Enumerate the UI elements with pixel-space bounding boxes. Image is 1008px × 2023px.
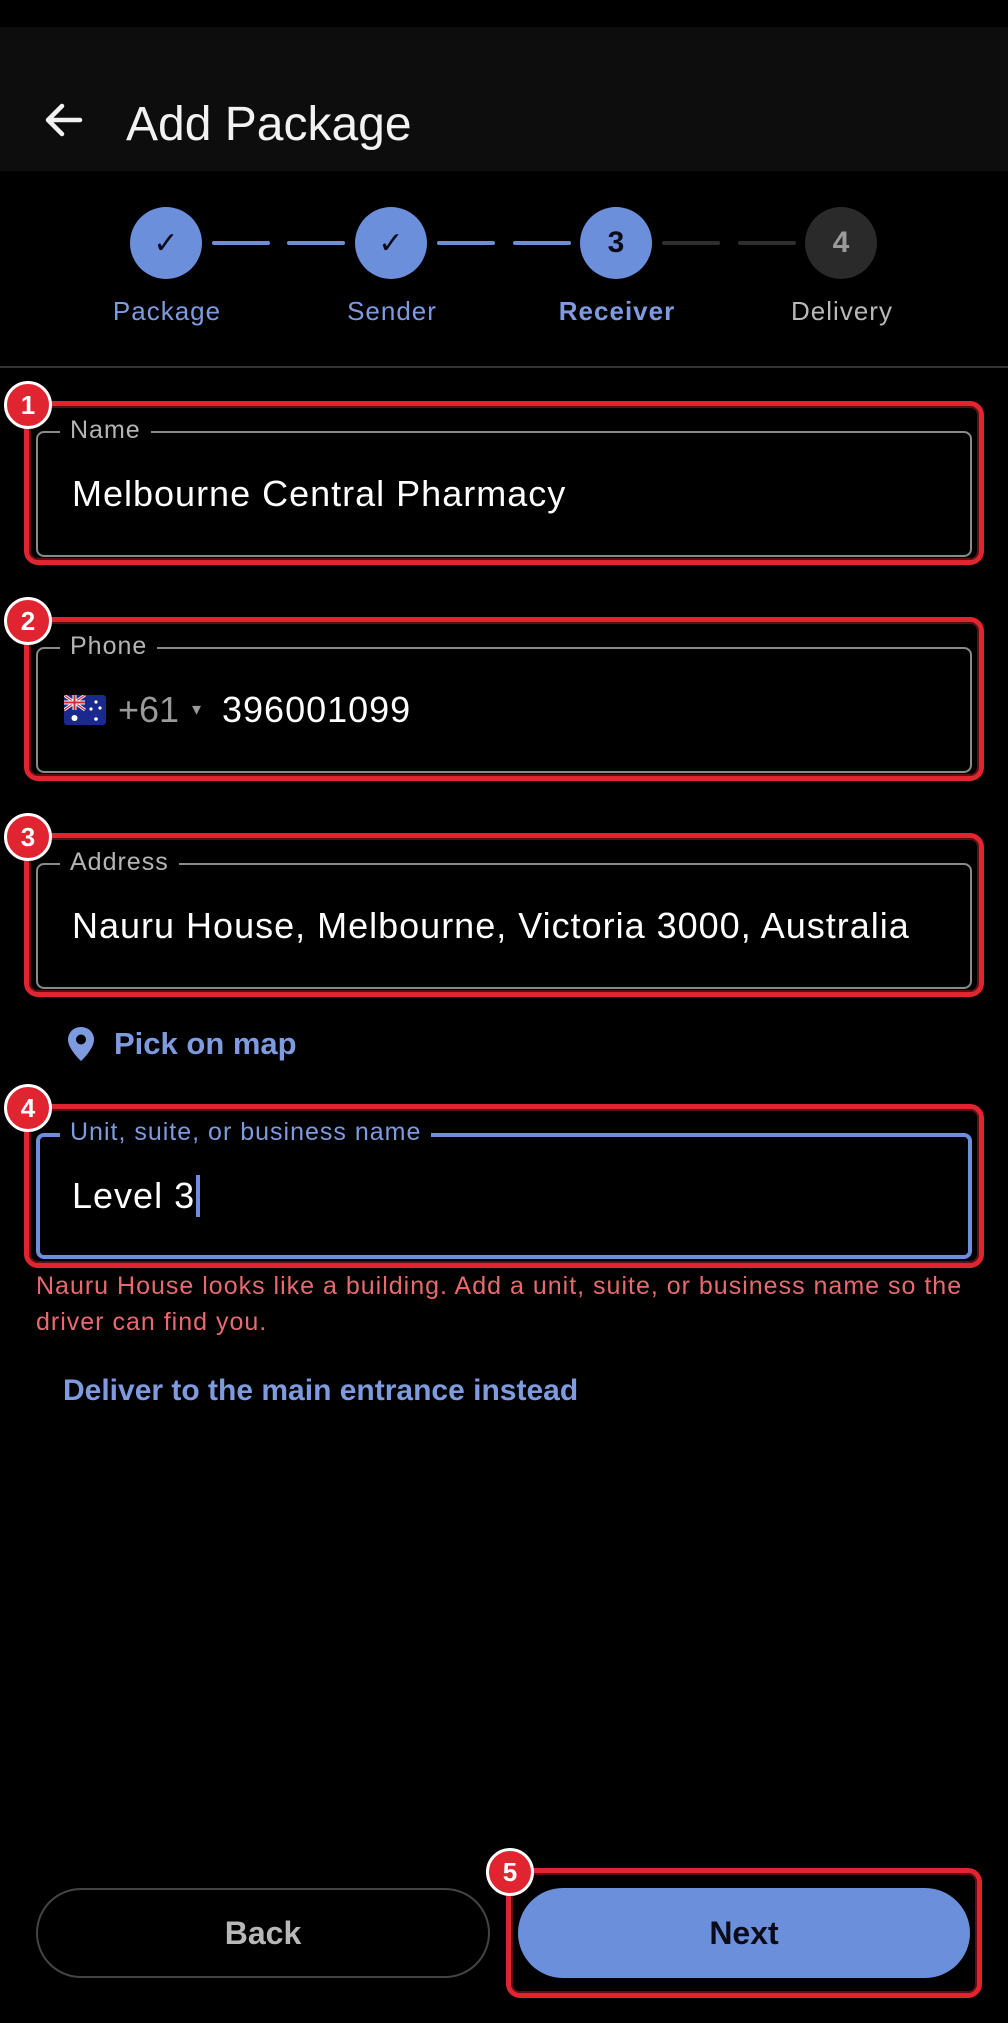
annotation-badge-2: 2 — [4, 597, 52, 645]
step-connector — [287, 241, 345, 245]
text-caret — [196, 1175, 201, 1218]
map-pin-icon — [68, 1027, 94, 1061]
step-connector — [212, 241, 270, 245]
unit-field-label: Unit, suite, or business name — [60, 1117, 432, 1147]
annotation-badge-1: 1 — [4, 381, 52, 429]
divider — [0, 366, 1008, 368]
annotation-badge-5: 5 — [486, 1848, 534, 1896]
unit-input-text: Level 3 — [72, 1175, 196, 1216]
australia-flag-icon[interactable] — [64, 695, 106, 725]
step-label-package: Package — [112, 296, 222, 326]
step-1-check-icon: ✓ — [130, 207, 202, 279]
step-connector — [738, 241, 796, 245]
address-input[interactable]: Nauru House, Melbourne, Victoria 3000, A… — [72, 903, 910, 949]
phone-field-label: Phone — [60, 631, 158, 661]
step-connector — [513, 241, 571, 245]
pick-on-map-label: Pick on map — [114, 1026, 297, 1061]
back-button[interactable]: Back — [36, 1888, 490, 1978]
arrow-left-icon[interactable] — [40, 97, 86, 143]
deliver-main-entrance-link[interactable]: Deliver to the main entrance instead — [63, 1374, 578, 1408]
name-field[interactable]: Name Melbourne Central Pharmacy — [36, 415, 972, 557]
unit-input[interactable]: Level 3 — [72, 1173, 201, 1219]
step-label-sender: Sender — [347, 296, 437, 326]
stepper: ✓ Package ✓ Sender 3 Receiver 4 Delivery — [0, 171, 1008, 367]
name-field-label: Name — [60, 415, 151, 445]
step-connector — [437, 241, 495, 245]
step-3-number: 3 — [580, 207, 652, 279]
next-button[interactable]: Next — [518, 1888, 970, 1978]
step-2-check-icon: ✓ — [355, 207, 427, 279]
address-field[interactable]: Address Nauru House, Melbourne, Victoria… — [36, 847, 972, 989]
phone-field[interactable]: Phone +61 ▾ 396001099 — [36, 631, 972, 773]
pick-on-map-link[interactable]: Pick on map — [66, 1024, 297, 1064]
country-code-selector[interactable]: +61 — [118, 687, 179, 733]
annotation-badge-4: 4 — [4, 1084, 52, 1132]
chevron-down-icon: ▾ — [192, 699, 202, 719]
status-bar — [0, 0, 1008, 27]
name-input[interactable]: Melbourne Central Pharmacy — [72, 471, 566, 517]
step-label-receiver: Receiver — [558, 296, 676, 326]
unit-field[interactable]: Unit, suite, or business name Level 3 — [36, 1117, 972, 1259]
annotation-badge-3: 3 — [4, 813, 52, 861]
add-package-screen: Add Package ✓ Package ✓ Sender 3 Receive… — [0, 0, 1008, 2023]
app-bar: Add Package — [0, 27, 1008, 171]
phone-input[interactable]: 396001099 — [222, 687, 411, 733]
step-connector — [662, 241, 720, 245]
step-4-number: 4 — [805, 207, 877, 279]
page-title: Add Package — [126, 98, 412, 151]
address-field-label: Address — [60, 847, 179, 877]
step-label-delivery: Delivery — [791, 296, 893, 326]
unit-error-message: Nauru House looks like a building. Add a… — [36, 1272, 963, 1336]
